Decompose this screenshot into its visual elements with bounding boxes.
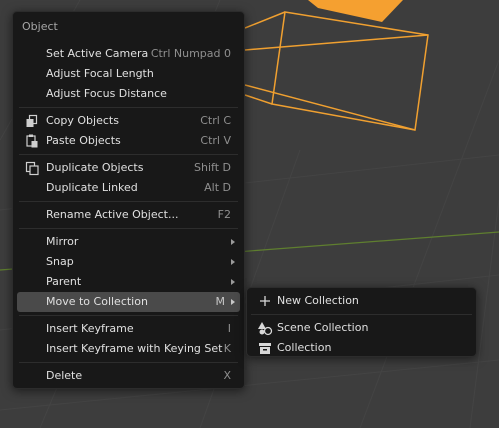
menu-item-adjust-focus-distance[interactable]: Adjust Focus Distance bbox=[17, 84, 240, 104]
duplicate-icon bbox=[25, 161, 39, 176]
menu-item-label: Parent bbox=[46, 275, 82, 288]
menu-item-shortcut: K bbox=[223, 342, 231, 355]
menu-item-shortcut: Shift D bbox=[194, 161, 231, 174]
menu-separator bbox=[19, 201, 238, 202]
menu-item-label: Paste Objects bbox=[46, 134, 121, 147]
menu-item-delete[interactable]: Delete X bbox=[17, 366, 240, 386]
menu-item-shortcut: X bbox=[223, 369, 231, 382]
menu-item-label: Duplicate Objects bbox=[46, 161, 144, 174]
menu-item-duplicate-objects[interactable]: Duplicate Objects Shift D bbox=[17, 158, 240, 178]
copy-icon bbox=[26, 114, 38, 127]
menu-item-label: Insert Keyframe bbox=[46, 322, 134, 335]
menu-item-label: Move to Collection bbox=[46, 295, 148, 308]
submenu-arrow-icon bbox=[231, 279, 235, 285]
menu-item-shortcut: Ctrl C bbox=[200, 114, 231, 127]
menu-item-label: Adjust Focal Length bbox=[46, 67, 154, 80]
menu-item-shortcut: Ctrl V bbox=[200, 134, 231, 147]
menu-separator bbox=[19, 154, 238, 155]
menu-item-rename-active-object[interactable]: Rename Active Object... F2 bbox=[17, 205, 240, 225]
submenu-separator bbox=[251, 314, 472, 315]
menu-title: Object bbox=[22, 20, 58, 33]
object-context-menu: Object Set Active Camera Ctrl Numpad 0 A… bbox=[12, 11, 245, 389]
submenu-arrow-icon bbox=[231, 239, 235, 245]
menu-item-mirror[interactable]: Mirror bbox=[17, 232, 240, 252]
scene-collection-icon bbox=[258, 322, 273, 336]
submenu-item-new-collection[interactable]: New Collection bbox=[251, 291, 472, 311]
menu-item-shortcut: Alt D bbox=[204, 181, 231, 194]
menu-separator bbox=[19, 228, 238, 229]
submenu-arrow-icon bbox=[231, 259, 235, 265]
menu-item-adjust-focal-length[interactable]: Adjust Focal Length bbox=[17, 64, 240, 84]
menu-separator bbox=[19, 107, 238, 108]
menu-item-insert-keyframe-keying-set[interactable]: Insert Keyframe with Keying Set K bbox=[17, 339, 240, 359]
menu-item-label: Mirror bbox=[46, 235, 79, 248]
plus-icon bbox=[260, 296, 270, 306]
collection-icon bbox=[259, 343, 271, 354]
menu-item-label: Set Active Camera bbox=[46, 47, 149, 60]
menu-item-label: Duplicate Linked bbox=[46, 181, 138, 194]
menu-separator bbox=[19, 362, 238, 363]
submenu-item-label: Scene Collection bbox=[277, 321, 369, 334]
menu-item-paste-objects[interactable]: Paste Objects Ctrl V bbox=[17, 131, 240, 151]
menu-item-snap[interactable]: Snap bbox=[17, 252, 240, 272]
submenu-item-label: New Collection bbox=[277, 294, 359, 307]
menu-item-parent[interactable]: Parent bbox=[17, 272, 240, 292]
camera-object bbox=[244, 11, 429, 131]
menu-item-set-active-camera[interactable]: Set Active Camera Ctrl Numpad 0 bbox=[17, 44, 240, 64]
menu-item-label: Rename Active Object... bbox=[46, 208, 179, 221]
submenu-item-label: Collection bbox=[277, 341, 332, 354]
paste-icon bbox=[26, 134, 38, 148]
menu-item-shortcut: Ctrl Numpad 0 bbox=[150, 47, 231, 60]
move-to-collection-submenu: New Collection Scene Collection Collecti… bbox=[246, 287, 477, 357]
submenu-item-scene-collection[interactable]: Scene Collection bbox=[251, 318, 472, 338]
submenu-item-collection[interactable]: Collection bbox=[251, 338, 472, 358]
menu-item-label: Adjust Focus Distance bbox=[46, 87, 167, 100]
menu-item-insert-keyframe[interactable]: Insert Keyframe I bbox=[17, 319, 240, 339]
menu-item-shortcut: I bbox=[227, 322, 231, 335]
menu-separator bbox=[19, 315, 238, 316]
menu-item-shortcut: F2 bbox=[217, 208, 231, 221]
submenu-arrow-icon bbox=[231, 299, 235, 305]
menu-item-label: Copy Objects bbox=[46, 114, 119, 127]
menu-item-move-to-collection[interactable]: Move to Collection M bbox=[17, 292, 240, 312]
menu-item-label: Snap bbox=[46, 255, 74, 268]
menu-item-copy-objects[interactable]: Copy Objects Ctrl C bbox=[17, 111, 240, 131]
menu-item-label: Insert Keyframe with Keying Set bbox=[46, 342, 223, 355]
menu-item-duplicate-linked[interactable]: Duplicate Linked Alt D bbox=[17, 178, 240, 198]
menu-item-label: Delete bbox=[46, 369, 83, 382]
menu-item-shortcut: M bbox=[215, 295, 226, 308]
